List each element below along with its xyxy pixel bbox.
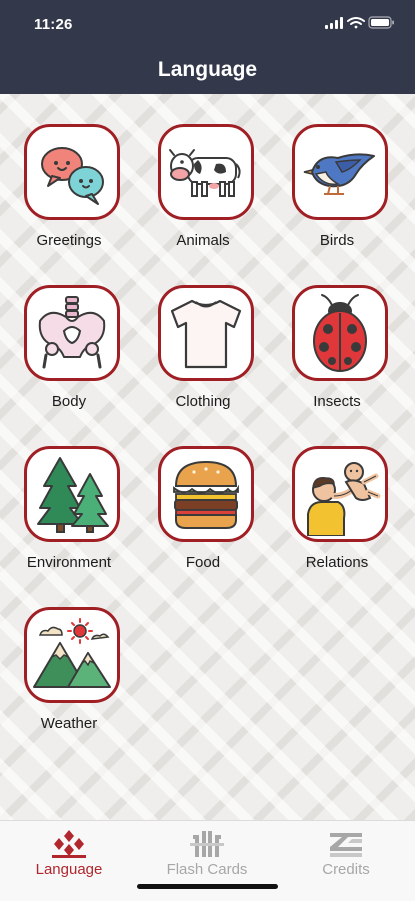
ladybug-icon [313, 294, 367, 372]
category-label: Greetings [36, 232, 102, 249]
speech-bubbles-icon [41, 147, 104, 205]
status-bar: 11:26 [0, 0, 415, 44]
category-label: Body [51, 393, 87, 410]
tshirt-icon [170, 299, 242, 369]
category-birds[interactable]: Birds [282, 124, 392, 254]
category-tile[interactable] [24, 446, 120, 542]
credits-pattern-icon [328, 829, 364, 859]
category-animals[interactable]: Animals [148, 124, 258, 254]
category-label: Clothing [175, 393, 231, 410]
category-food[interactable]: Food [148, 446, 258, 576]
home-indicator[interactable] [137, 884, 278, 889]
nav-header: Language [0, 44, 415, 94]
category-label: Relations [305, 554, 369, 571]
category-weather[interactable]: Weather [14, 607, 124, 737]
language-pattern-icon [51, 829, 87, 859]
category-environment[interactable]: Environment [14, 446, 124, 576]
category-tile[interactable] [24, 124, 120, 220]
status-time: 11:26 [34, 16, 73, 33]
pelvis-bone-icon [38, 296, 106, 369]
category-tile[interactable] [292, 124, 388, 220]
cow-icon [169, 149, 241, 197]
page-title: Language [157, 58, 258, 81]
battery-icon [368, 16, 394, 29]
tab-credits[interactable]: Credits [277, 821, 415, 881]
category-tile[interactable] [24, 607, 120, 703]
category-label: Insects [313, 393, 361, 410]
category-label: Weather [40, 715, 98, 732]
category-clothing[interactable]: Clothing [148, 285, 258, 415]
category-body[interactable]: Body [14, 285, 124, 415]
pine-trees-icon [37, 457, 109, 533]
category-label: Food [185, 554, 221, 571]
tab-label: Language [35, 861, 103, 878]
category-label: Animals [176, 232, 230, 249]
parent-child-icon [307, 462, 381, 536]
tab-label: Credits [322, 861, 370, 878]
bluebird-icon [303, 153, 375, 195]
mountains-sun-icon [33, 618, 111, 688]
category-tile[interactable] [24, 285, 120, 381]
category-relations[interactable]: Relations [282, 446, 392, 576]
burger-icon [173, 460, 239, 529]
signal-icon [325, 17, 343, 29]
category-tile[interactable] [158, 285, 254, 381]
category-tile[interactable] [292, 446, 388, 542]
category-tile[interactable] [158, 124, 254, 220]
flash-cards-icon [189, 829, 225, 859]
category-insects[interactable]: Insects [282, 285, 392, 415]
status-icons [325, 16, 395, 30]
category-grid: Greetings Animals Birds Body Clothing In… [0, 94, 415, 820]
category-greetings[interactable]: Greetings [14, 124, 124, 254]
wifi-icon [347, 17, 365, 29]
tab-label: Flash Cards [166, 861, 248, 878]
category-label: Environment [26, 554, 112, 571]
tab-language[interactable]: Language [0, 821, 138, 881]
category-tile[interactable] [292, 285, 388, 381]
tab-flash-cards[interactable]: Flash Cards [138, 821, 276, 881]
category-label: Birds [319, 232, 355, 249]
category-tile[interactable] [158, 446, 254, 542]
